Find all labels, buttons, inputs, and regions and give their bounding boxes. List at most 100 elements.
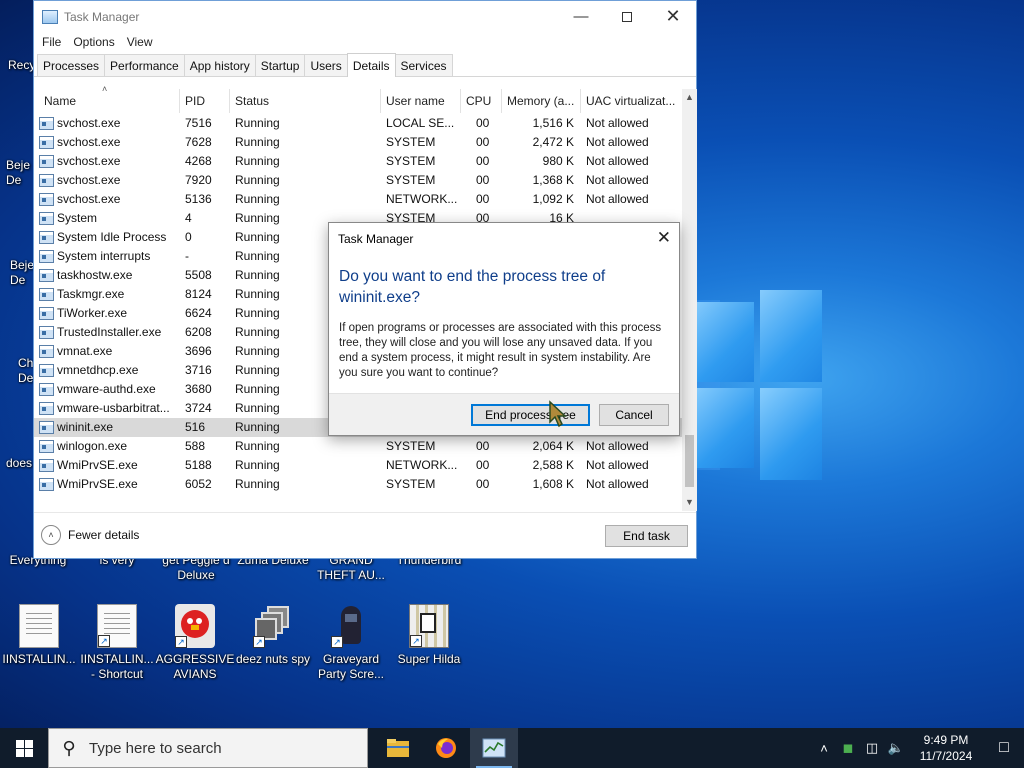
menu-bar: File Options View	[34, 32, 696, 52]
column-header-user-name[interactable]: User name	[381, 89, 461, 113]
menu-view[interactable]: View	[121, 35, 159, 49]
desktop-icon-installer[interactable]: IINSTALLIN...	[0, 604, 79, 667]
desktop-icon-label: IINSTALLIN... - Shortcut	[80, 652, 154, 681]
cell-user: SYSTEM	[386, 173, 436, 187]
taskbar-task-manager[interactable]	[470, 728, 518, 768]
taskbar-search-box[interactable]: ⚲ Type here to search	[48, 728, 368, 768]
tab-performance[interactable]: Performance	[104, 54, 185, 76]
cell-mem: 2,472 K	[532, 135, 574, 149]
notifications-icon[interactable]: □	[984, 739, 1024, 757]
desktop-icon-super-hilda[interactable]: ↗ Super Hilda	[389, 604, 469, 667]
desktop-icon-label: Super Hilda	[397, 652, 461, 666]
desktop-icon-graveyard-party[interactable]: ↗ Graveyard Party Scre...	[311, 604, 391, 682]
column-header-memory[interactable]: Memory (a...	[502, 89, 581, 113]
tab-users[interactable]: Users	[304, 54, 348, 76]
fewer-details-toggle[interactable]: ˄ Fewer details	[41, 525, 139, 545]
taskbar-clock[interactable]: 9:49 PM 11/7/2024	[908, 732, 984, 764]
cell-name: svchost.exe	[57, 135, 121, 149]
cell-name: svchost.exe	[57, 154, 121, 168]
desktop-icon-label: Graveyard Party Scre...	[317, 652, 385, 681]
cell-pid: 6208	[185, 325, 212, 339]
taskbar: ⚲ Type here to search ˄ ◼ ◫ 🔈 9:49 PM 11…	[0, 728, 1024, 768]
maximize-button[interactable]	[604, 2, 650, 32]
title-bar[interactable]: Task Manager — ✕	[34, 1, 696, 32]
desktop-icon-deez-nuts-spy[interactable]: ↗ deez nuts spy	[233, 604, 313, 667]
table-row[interactable]: svchost.exe 7516 Running LOCAL SE... 00 1,516…	[34, 114, 682, 133]
end-task-button[interactable]: End task	[605, 525, 688, 547]
cell-name: vmware-authd.exe	[57, 382, 156, 396]
process-icon	[39, 326, 54, 339]
cell-cpu: 00	[476, 154, 490, 168]
cell-uac: Not allowed	[586, 192, 649, 206]
cell-pid: 5188	[185, 458, 212, 472]
scroll-down-icon[interactable]: ▼	[682, 494, 697, 511]
cell-pid: 7920	[185, 173, 212, 187]
taskbar-file-explorer[interactable]	[374, 728, 422, 768]
table-row[interactable]: WmiPrvSE.exe 6052 Running SYSTEM 00 1,608 K No…	[34, 475, 682, 494]
process-icon	[39, 174, 54, 187]
column-header-name[interactable]: Name	[39, 89, 180, 113]
firefox-icon	[436, 738, 456, 758]
desktop-icon-label: deez nuts spy	[235, 652, 311, 666]
column-header-pid[interactable]: PID	[180, 89, 230, 113]
table-row[interactable]: svchost.exe 4268 Running SYSTEM 00 980 K Not a…	[34, 152, 682, 171]
vmware-tray-icon[interactable]: ◼	[836, 740, 860, 756]
cell-status: Running	[235, 401, 280, 415]
windows-wallpaper-logo	[692, 290, 822, 480]
process-icon	[39, 402, 54, 415]
desktop-icon-aggressive-avians[interactable]: ↗ AGGRESSIVE AVIANS	[155, 604, 235, 682]
table-row[interactable]: WmiPrvSE.exe 5188 Running NETWORK... 00 2,588…	[34, 456, 682, 475]
cell-user: SYSTEM	[386, 477, 436, 491]
cell-name: vmware-usbarbitrat...	[57, 401, 170, 415]
cell-user: SYSTEM	[386, 135, 436, 149]
table-row[interactable]: svchost.exe 7920 Running SYSTEM 00 1,368 K Not…	[34, 171, 682, 190]
cell-status: Running	[235, 420, 280, 434]
cell-pid: 7516	[185, 116, 212, 130]
desktop-icon-label: AGGRESSIVE AVIANS	[155, 652, 235, 681]
dialog-close-icon[interactable]: ✕	[657, 228, 671, 248]
desktop-icon-bejeweled-label[interactable]: Beje De	[6, 158, 36, 188]
table-row[interactable]: svchost.exe 7628 Running SYSTEM 00 2,472 K Not…	[34, 133, 682, 152]
minimize-button[interactable]: —	[558, 2, 604, 32]
tab-services[interactable]: Services	[394, 54, 453, 76]
menu-file[interactable]: File	[36, 35, 67, 49]
cell-cpu: 00	[476, 192, 490, 206]
tab-details[interactable]: Details	[346, 53, 396, 77]
scroll-up-icon[interactable]: ▲	[682, 89, 697, 106]
table-row[interactable]: winlogon.exe 588 Running SYSTEM 00 2,064 K Not…	[34, 437, 682, 456]
cell-pid: 516	[185, 420, 206, 434]
cell-pid: 4	[185, 211, 192, 225]
tab-app-history[interactable]: App history	[183, 54, 256, 76]
chevron-up-icon[interactable]: ˄	[812, 741, 836, 756]
cell-status: Running	[235, 135, 280, 149]
desktop-icon-installer-shortcut[interactable]: ↗ IINSTALLIN... - Shortcut	[77, 604, 157, 682]
cell-mem: 2,064 K	[532, 439, 574, 453]
start-button[interactable]	[0, 728, 48, 768]
column-header-cpu[interactable]: CPU	[461, 89, 502, 113]
close-button[interactable]: ✕	[650, 2, 696, 32]
taskbar-firefox[interactable]	[422, 728, 470, 768]
column-header-status[interactable]: Status	[230, 89, 381, 113]
process-icon	[39, 364, 54, 377]
network-icon[interactable]: ◫	[860, 740, 884, 756]
column-header-uac[interactable]: UAC virtualizat...	[581, 89, 682, 113]
cell-mem: 1,368 K	[532, 173, 574, 187]
cell-status: Running	[235, 477, 280, 491]
vertical-scrollbar[interactable]: ▲ ▼	[682, 89, 697, 511]
cancel-button[interactable]: Cancel	[599, 404, 669, 426]
table-row[interactable]: svchost.exe 5136 Running NETWORK... 00 1,092 …	[34, 190, 682, 209]
menu-options[interactable]: Options	[67, 35, 120, 49]
process-icon	[39, 155, 54, 168]
tab-processes[interactable]: Processes	[37, 54, 106, 76]
end-process-tree-button[interactable]: End process tree	[471, 404, 590, 426]
dialog-body-text: If open programs or processes are associ…	[339, 322, 662, 379]
cell-status: Running	[235, 344, 280, 358]
desktop-icon-does-label[interactable]: does	[6, 456, 32, 470]
tab-startup[interactable]: Startup	[254, 54, 306, 76]
search-placeholder: Type here to search	[89, 739, 222, 757]
desktop-icon-recycle-bin-label[interactable]: Recy	[8, 58, 35, 72]
volume-icon[interactable]: 🔈	[884, 740, 908, 756]
cell-pid: 3680	[185, 382, 212, 396]
cell-pid: 4268	[185, 154, 212, 168]
scrollbar-thumb[interactable]	[685, 435, 694, 487]
